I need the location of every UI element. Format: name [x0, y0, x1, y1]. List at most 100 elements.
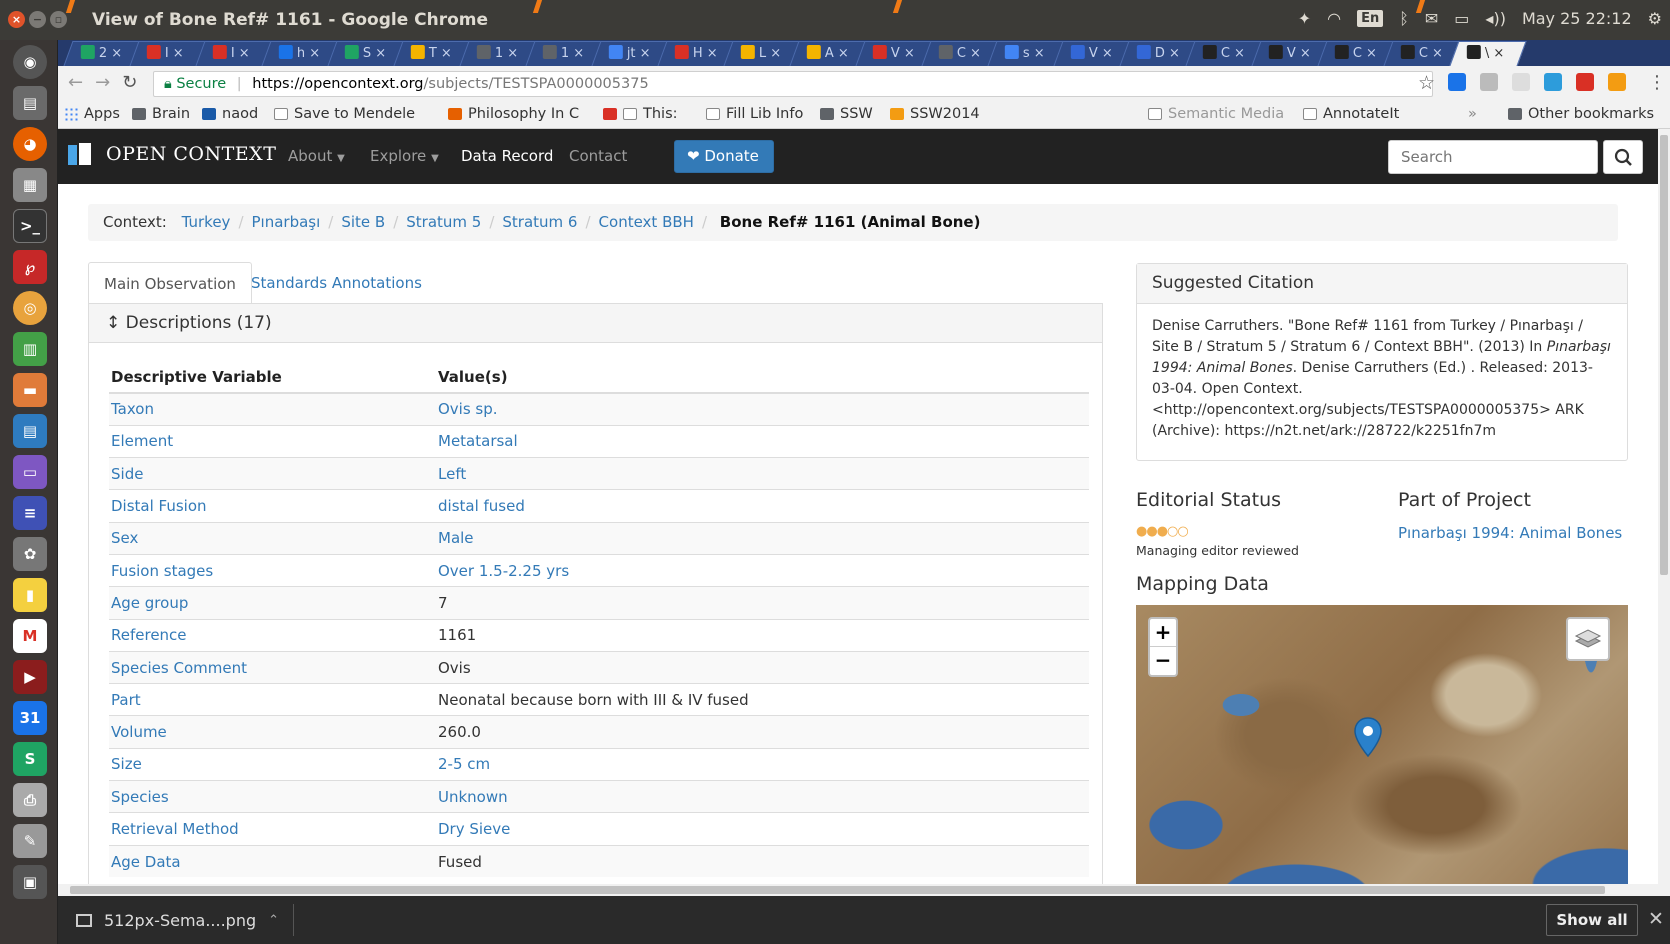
bookmark-folder[interactable]: Brain — [132, 106, 190, 122]
descriptive-variable-link[interactable]: Element — [109, 424, 436, 458]
horizontal-scrollbar[interactable] — [58, 884, 1670, 896]
value-link[interactable]: Left — [436, 457, 1089, 490]
bookmark-mendeley[interactable]: Save to Mendele — [274, 106, 415, 122]
browser-tab[interactable]: S × — [327, 41, 405, 66]
descriptive-variable-link[interactable]: Side — [109, 457, 436, 490]
bookmark-ssw[interactable]: SSW — [820, 106, 873, 122]
close-tab-icon[interactable]: × — [569, 46, 584, 61]
firefox-icon[interactable]: ◕ — [13, 127, 47, 161]
breadcrumb-link[interactable]: Context BBH — [599, 213, 694, 231]
close-tab-icon[interactable]: × — [834, 46, 849, 61]
descriptive-variable-link[interactable]: Taxon — [109, 392, 436, 426]
bookmark-philosophy[interactable]: Philosophy In C — [448, 106, 579, 122]
browser-tab[interactable]: V × — [1053, 41, 1131, 66]
bookmarks-overflow-chevron[interactable]: » — [1468, 106, 1477, 122]
close-tab-icon[interactable]: × — [437, 46, 452, 61]
bluetooth-icon[interactable]: ᛒ — [1399, 9, 1409, 28]
close-icon[interactable]: ✕ — [1648, 908, 1664, 930]
close-tab-icon[interactable]: × — [766, 46, 781, 61]
youtube-icon[interactable]: ▶ — [13, 660, 47, 694]
back-arrow-icon[interactable]: ← — [68, 72, 95, 93]
close-window-button[interactable]: × — [8, 11, 25, 28]
map-marker-icon[interactable] — [1354, 717, 1382, 757]
breadcrumb-link[interactable]: Turkey — [182, 213, 231, 231]
keyboard-language[interactable]: En — [1357, 10, 1384, 27]
value-link[interactable]: Over 1.5-2.25 yrs — [436, 553, 1089, 587]
close-tab-icon[interactable]: × — [1030, 46, 1045, 61]
nav-explore-dropdown[interactable]: Explore ▼ — [370, 147, 439, 165]
descriptive-variable-link[interactable]: Size — [109, 747, 436, 781]
printer-icon[interactable]: ⎙ — [13, 783, 47, 817]
chrome-icon[interactable]: ◎ — [13, 291, 47, 325]
browser-tab[interactable]: I × — [129, 41, 207, 66]
browser-tab[interactable]: V × — [855, 41, 933, 66]
dropbox-icon[interactable]: ✦ — [1298, 9, 1311, 28]
breadcrumb-link[interactable]: Site B — [341, 213, 385, 231]
browser-tab[interactable]: L × — [723, 41, 801, 66]
battery-icon[interactable]: ▭ — [1454, 9, 1469, 28]
extension-icon[interactable] — [1448, 73, 1466, 91]
chrome-menu-icon[interactable]: ⋮ — [1648, 72, 1666, 93]
extension-icon[interactable] — [1512, 73, 1530, 91]
nav-contact[interactable]: Contact — [569, 147, 627, 165]
browser-tab[interactable]: T × — [393, 41, 471, 66]
value-link[interactable]: Metatarsal — [436, 424, 1089, 458]
mail-icon[interactable]: ✉ — [1425, 9, 1438, 28]
zoom-out-button[interactable]: − — [1150, 647, 1176, 675]
download-item[interactable]: 512px-Sema....png ⌃ — [76, 911, 279, 930]
extension-icon[interactable] — [1576, 73, 1594, 91]
search-button[interactable] — [1603, 140, 1643, 174]
descriptive-variable-link[interactable]: Distal Fusion — [109, 489, 436, 523]
notes-icon[interactable]: ▮ — [13, 578, 47, 612]
browser-tab[interactable]: \ × — [1449, 41, 1527, 66]
bookmark-naod[interactable]: naod — [202, 106, 258, 122]
browser-tab[interactable]: C × — [1383, 41, 1461, 66]
map-view[interactable]: + − — [1136, 605, 1628, 884]
terminal-icon[interactable]: >_ — [13, 209, 47, 243]
bookmark-annotateit[interactable]: AnnotateIt — [1303, 106, 1399, 122]
calendar-app-icon[interactable]: ▭ — [13, 455, 47, 489]
site-brand[interactable]: OPEN CONTEXT — [68, 143, 276, 165]
calendar-icon[interactable]: 31 — [13, 701, 47, 735]
browser-tab[interactable]: C × — [1185, 41, 1263, 66]
close-tab-icon[interactable]: × — [703, 46, 718, 61]
breadcrumb-link[interactable]: Pınarbaşı — [252, 213, 321, 231]
map-layers-button[interactable] — [1566, 617, 1610, 661]
value-link[interactable]: distal fused — [436, 489, 1089, 523]
presentation-icon[interactable]: ▬ — [13, 373, 47, 407]
browser-tab[interactable]: s × — [987, 41, 1065, 66]
descriptions-toggle[interactable]: ↕ Descriptions (17) — [89, 303, 1102, 343]
descriptive-variable-link[interactable]: Retrieval Method — [109, 812, 436, 846]
close-tab-icon[interactable]: × — [900, 46, 915, 61]
bookmark-semantic-media[interactable]: Semantic Media — [1148, 106, 1284, 122]
descriptive-variable-link[interactable]: Age Data — [109, 844, 436, 878]
value-link[interactable]: Unknown — [436, 780, 1089, 813]
volume-icon[interactable]: ◂)) — [1485, 9, 1506, 28]
browser-tab[interactable]: I × — [195, 41, 273, 66]
descriptive-variable-link[interactable]: Species Comment — [109, 650, 436, 684]
sheets-icon[interactable]: S — [13, 742, 47, 776]
close-tab-icon[interactable]: × — [1428, 46, 1443, 61]
browser-tab[interactable]: 1 × — [525, 41, 603, 66]
horizontal-scroll-thumb[interactable] — [70, 886, 1605, 894]
close-tab-icon[interactable]: × — [305, 46, 320, 61]
breadcrumb-link[interactable]: Stratum 6 — [502, 213, 577, 231]
system-settings-icon[interactable]: ✿ — [13, 537, 47, 571]
close-tab-icon[interactable]: × — [966, 46, 981, 61]
close-tab-icon[interactable]: × — [1489, 46, 1504, 61]
bookmark-fill-lib-info[interactable]: Fill Lib Info — [706, 106, 803, 122]
close-tab-icon[interactable]: × — [235, 46, 250, 61]
trash-icon[interactable]: ▣ — [13, 865, 47, 899]
descriptive-variable-link[interactable]: Reference — [109, 618, 436, 652]
chevron-up-icon[interactable]: ⌃ — [268, 913, 279, 928]
nav-data-record[interactable]: Data Record — [461, 147, 553, 165]
value-link[interactable]: Dry Sieve — [436, 812, 1089, 846]
site-search-input[interactable] — [1388, 140, 1598, 174]
wifi-icon[interactable]: ◠ — [1327, 9, 1341, 28]
bookmark-star-icon[interactable]: ☆ — [1418, 72, 1435, 94]
browser-tab[interactable]: h × — [261, 41, 339, 66]
donate-button[interactable]: ❤ Donate — [674, 140, 774, 173]
browser-tab[interactable]: D × — [1119, 41, 1197, 66]
value-link[interactable]: 2-5 cm — [436, 747, 1089, 781]
close-tab-icon[interactable]: × — [503, 46, 518, 61]
